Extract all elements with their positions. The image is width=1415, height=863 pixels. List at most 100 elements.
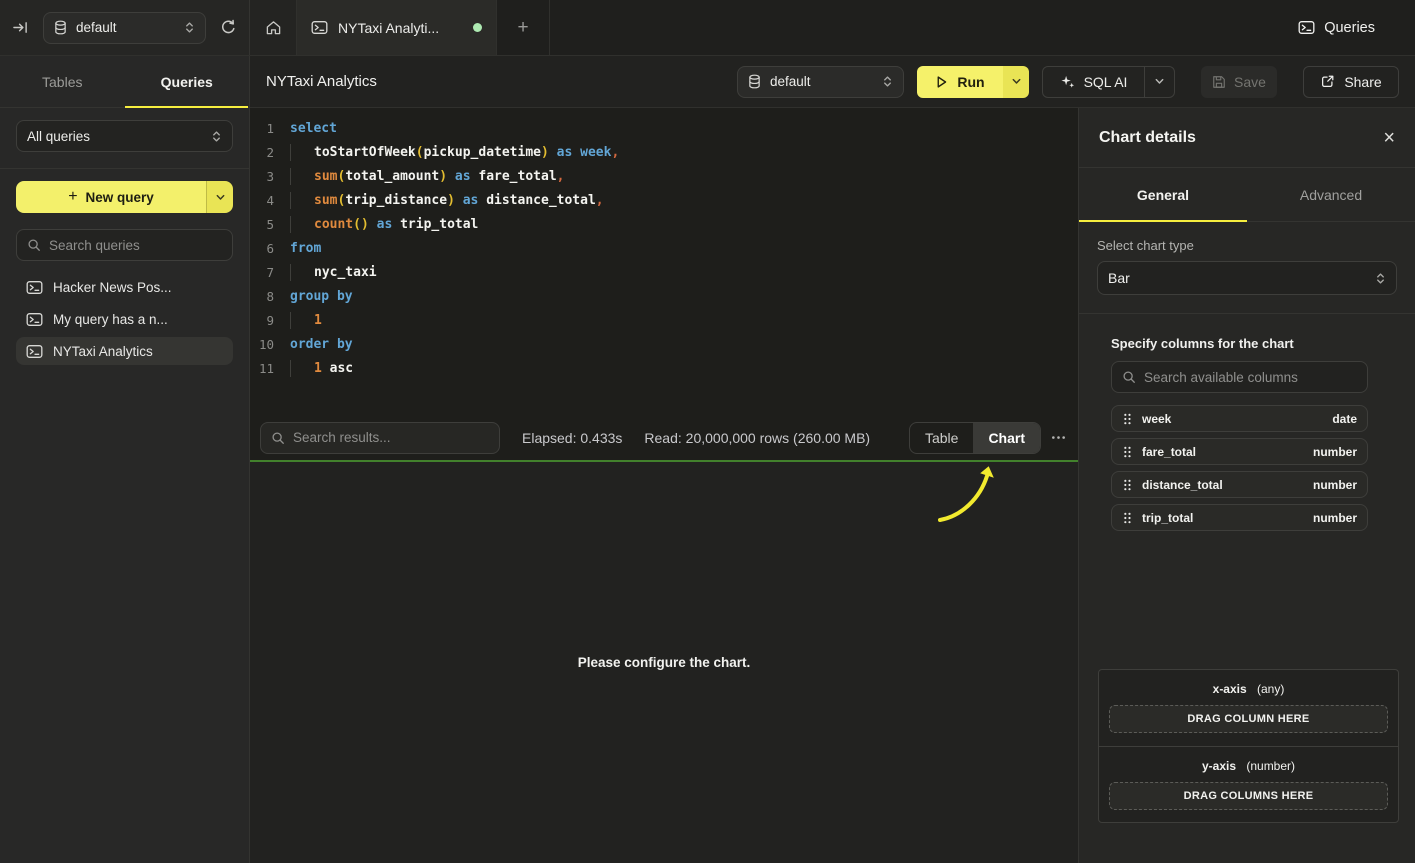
header-actions: default Run SQL AI bbox=[737, 66, 1399, 98]
column-name: week bbox=[1142, 412, 1322, 426]
queries-button[interactable]: Queries bbox=[1298, 0, 1375, 55]
chart-canvas: Please configure the chart. bbox=[250, 462, 1078, 863]
code-line[interactable]: 7 nyc_taxi bbox=[250, 261, 1078, 285]
sql-ai-main[interactable]: SQL AI bbox=[1043, 67, 1144, 97]
panel-tab-general[interactable]: General bbox=[1079, 168, 1247, 221]
search-icon bbox=[27, 238, 41, 252]
search-icon bbox=[1122, 370, 1136, 384]
x-axis-label-row: x-axis (any) bbox=[1109, 682, 1388, 696]
run-dropdown[interactable] bbox=[1003, 66, 1029, 98]
code-line[interactable]: 6from bbox=[250, 237, 1078, 261]
code-line[interactable]: 5count() as trip_total bbox=[250, 213, 1078, 237]
chevron-updown-icon bbox=[1375, 271, 1386, 286]
panel-tab-advanced[interactable]: Advanced bbox=[1247, 168, 1415, 221]
header-database-selector[interactable]: default bbox=[737, 66, 904, 98]
x-axis-drop-zone[interactable]: DRAG COLUMN HERE bbox=[1109, 705, 1388, 733]
code-line[interactable]: 4sum(trip_distance) as distance_total, bbox=[250, 189, 1078, 213]
y-axis-drop-zone[interactable]: DRAG COLUMNS HERE bbox=[1109, 782, 1388, 810]
run-button-main[interactable]: Run bbox=[917, 66, 1003, 98]
queries-button-label: Queries bbox=[1324, 20, 1375, 36]
indent-guide bbox=[290, 144, 314, 161]
line-number: 10 bbox=[250, 333, 274, 357]
panel-tabs: General Advanced bbox=[1079, 168, 1415, 222]
refresh-icon[interactable] bbox=[220, 19, 237, 36]
query-search-input[interactable] bbox=[49, 238, 226, 253]
chart-type-select[interactable]: Bar bbox=[1097, 261, 1397, 295]
new-tab-button[interactable]: + bbox=[497, 0, 550, 55]
query-list-item[interactable]: Hacker News Pos... bbox=[16, 273, 233, 301]
home-tab-button[interactable] bbox=[250, 0, 297, 55]
more-options-button[interactable] bbox=[1051, 435, 1066, 440]
indent-guide bbox=[290, 264, 314, 281]
code-line[interactable]: 91 bbox=[250, 309, 1078, 333]
query-item-label: NYTaxi Analytics bbox=[53, 344, 153, 359]
code-line[interactable]: 10order by bbox=[250, 333, 1078, 357]
line-number: 6 bbox=[250, 237, 274, 261]
code-line[interactable]: 2toStartOfWeek(pickup_datetime) as week, bbox=[250, 141, 1078, 165]
sql-ai-button[interactable]: SQL AI bbox=[1042, 66, 1175, 98]
topbar-database-selector[interactable]: default bbox=[43, 12, 206, 44]
code-text: 1 asc bbox=[290, 357, 353, 381]
chevron-updown-icon bbox=[184, 20, 195, 35]
columns-search-input[interactable] bbox=[1144, 370, 1357, 385]
code-text: nyc_taxi bbox=[290, 261, 377, 285]
sidebar-tab-tables[interactable]: Tables bbox=[0, 56, 125, 107]
query-filter-select[interactable]: All queries bbox=[16, 120, 233, 152]
code-token: sum bbox=[314, 169, 337, 184]
drag-handle-icon[interactable] bbox=[1122, 412, 1132, 426]
code-line[interactable]: 1select bbox=[250, 117, 1078, 141]
sidebar: Tables Queries All queries + New query bbox=[0, 56, 250, 863]
save-button[interactable]: Save bbox=[1201, 66, 1277, 98]
terminal-icon bbox=[26, 312, 43, 327]
terminal-icon bbox=[1298, 20, 1315, 35]
new-query-main[interactable]: + New query bbox=[16, 181, 206, 213]
sql-editor[interactable]: 1select2toStartOfWeek(pickup_datetime) a… bbox=[250, 108, 1078, 415]
query-list-item[interactable]: My query has a n... bbox=[16, 305, 233, 333]
x-axis-type-hint: (any) bbox=[1257, 682, 1284, 696]
new-query-button[interactable]: + New query bbox=[16, 181, 233, 213]
tab-general-label: General bbox=[1137, 187, 1189, 203]
code-token: pickup_datetime bbox=[424, 145, 541, 160]
query-list-item[interactable]: NYTaxi Analytics bbox=[16, 337, 233, 365]
view-tab-table[interactable]: Table bbox=[910, 423, 973, 453]
code-line[interactable]: 111 asc bbox=[250, 357, 1078, 381]
code-token: as bbox=[447, 169, 478, 184]
column-item-fare_total[interactable]: fare_totalnumber bbox=[1111, 438, 1368, 465]
column-item-week[interactable]: weekdate bbox=[1111, 405, 1368, 432]
sql-ai-dropdown[interactable] bbox=[1144, 67, 1174, 97]
line-number: 4 bbox=[250, 189, 274, 213]
new-query-dropdown[interactable] bbox=[206, 181, 233, 213]
query-search[interactable] bbox=[16, 229, 233, 261]
column-item-distance_total[interactable]: distance_totalnumber bbox=[1111, 471, 1368, 498]
chevron-updown-icon bbox=[1375, 271, 1386, 286]
sidebar-tab-queries[interactable]: Queries bbox=[125, 56, 250, 107]
query-filter-value: All queries bbox=[27, 129, 202, 144]
code-line[interactable]: 3sum(total_amount) as fare_total, bbox=[250, 165, 1078, 189]
results-search[interactable] bbox=[260, 422, 500, 454]
line-number: 7 bbox=[250, 261, 274, 285]
tab-nytaxi-analytics[interactable]: NYTaxi Analyti... bbox=[297, 0, 497, 55]
divider bbox=[1079, 313, 1415, 314]
chart-details-panel: Chart details × General Advanced Select … bbox=[1078, 108, 1415, 863]
share-button[interactable]: Share bbox=[1303, 66, 1399, 98]
share-label: Share bbox=[1344, 74, 1381, 90]
terminal-icon bbox=[26, 280, 43, 295]
code-text: sum(total_amount) as fare_total, bbox=[290, 165, 564, 189]
code-token: , bbox=[557, 169, 565, 184]
code-line[interactable]: 8group by bbox=[250, 285, 1078, 309]
terminal-icon bbox=[311, 20, 328, 35]
run-button[interactable]: Run bbox=[917, 66, 1029, 98]
columns-search[interactable] bbox=[1111, 361, 1368, 393]
indent-guide bbox=[290, 192, 314, 209]
collapse-sidebar-icon[interactable] bbox=[12, 20, 29, 35]
save-icon bbox=[1212, 75, 1226, 89]
close-icon[interactable]: × bbox=[1383, 128, 1395, 148]
column-item-trip_total[interactable]: trip_totalnumber bbox=[1111, 504, 1368, 531]
ellipsis-icon bbox=[1051, 435, 1066, 440]
code-token: nyc_taxi bbox=[314, 265, 377, 280]
drag-handle-icon[interactable] bbox=[1122, 511, 1132, 525]
results-search-input[interactable] bbox=[293, 430, 489, 445]
view-tab-chart[interactable]: Chart bbox=[973, 423, 1040, 453]
drag-handle-icon[interactable] bbox=[1122, 445, 1132, 459]
drag-handle-icon[interactable] bbox=[1122, 478, 1132, 492]
